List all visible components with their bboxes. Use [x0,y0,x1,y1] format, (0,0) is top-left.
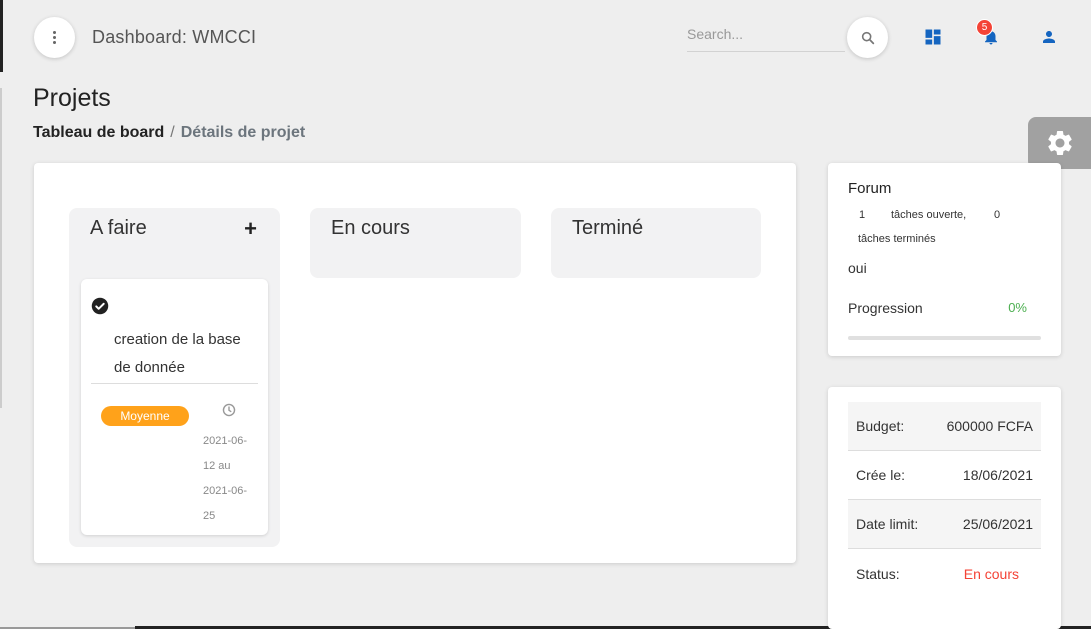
breadcrumb-root-link[interactable]: Tableau de board [33,124,164,141]
progress-value: 0% [1008,300,1027,315]
dashboard-button[interactable] [922,26,944,48]
column-title: A faire [90,217,147,239]
person-icon [1043,31,1055,43]
budget-label: Budget: [856,418,905,434]
detail-row-status: Status: En cours [848,549,1041,598]
breadcrumb-current: Détails de projet [180,124,306,141]
check-circle-icon[interactable] [91,297,109,320]
done-tasks-label: tâches terminés [858,233,936,245]
open-tasks-count: 1 [859,209,866,221]
progress-label: Progression [848,300,923,316]
column-title: En cours [331,217,410,239]
priority-badge: Moyenne [101,406,189,426]
budget-value: 600000 FCFA [946,418,1033,434]
breadcrumb-separator: / [170,124,175,141]
settings-button[interactable] [1028,117,1091,169]
detail-row-budget: Budget: 600000 FCFA [848,402,1041,451]
gear-icon [1047,131,1072,155]
column-termine: Terminé [551,208,761,278]
task-date-range: 2021-06-12 au 2021-06-25 [203,435,248,522]
notification-count-badge: 5 [976,19,993,36]
forum-card: Forum 1 tâches ouverte, 0 tâches terminé… [828,163,1061,356]
window-edge [0,0,3,72]
limit-label: Date limit: [856,516,919,532]
status-label: Status: [856,565,900,582]
clock-icon [222,403,236,422]
page-title: Projets [33,84,111,112]
created-value: 18/06/2021 [962,467,1033,483]
more-vert-icon [53,31,56,44]
task-divider [91,383,258,384]
search-icon [861,31,874,44]
progress-bar [848,336,1041,340]
detail-row-created: Crée le: 18/06/2021 [848,451,1041,500]
column-en-cours: En cours [310,208,521,278]
open-tasks-label: tâches ouverte, [891,209,967,221]
limit-value: 25/06/2021 [962,516,1033,532]
navbar-brand[interactable]: Dashboard: WMCCI [92,27,256,48]
search-input[interactable] [687,22,845,42]
search-button[interactable] [847,17,888,58]
done-tasks-count: 0 [994,209,1001,221]
kanban-board: A faire + creation de la base de donnée … [34,163,796,563]
task-title: creation de la base de donnée [114,331,241,376]
search-field[interactable] [687,22,845,52]
created-label: Crée le: [856,467,906,483]
breadcrumb: Tableau de board / Détails de projet [33,124,305,142]
forum-title[interactable]: Forum [848,180,891,197]
add-task-button[interactable]: + [244,216,257,242]
dashboard-icon [925,29,941,45]
column-title: Terminé [572,217,644,239]
project-details-card: Budget: 600000 FCFA Crée le: 18/06/2021 … [828,387,1061,629]
account-button[interactable] [1038,26,1060,48]
forum-flag-text: oui [848,260,867,276]
status-value: En cours [963,565,1019,582]
sidebar-toggle-button[interactable] [34,17,75,58]
task-card[interactable]: creation de la base de donnée Moyenne 20… [81,279,268,535]
column-a-faire: A faire + creation de la base de donnée … [69,208,280,547]
detail-row-limit: Date limit: 25/06/2021 [848,500,1041,549]
window-edge-lower [0,88,2,408]
